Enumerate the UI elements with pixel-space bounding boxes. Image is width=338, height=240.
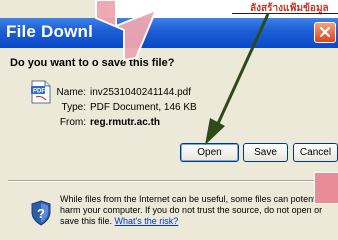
open-button[interactable]: Open — [180, 143, 239, 162]
title-bar[interactable]: File Downl — [0, 18, 338, 48]
divider-highlight — [8, 181, 338, 182]
question-text: Do you want to o save this file? — [10, 57, 175, 69]
annotation-box — [314, 172, 338, 204]
dialog-title: File Downl — [6, 22, 93, 41]
from-label: From: — [59, 117, 86, 128]
name-label: Name: — [56, 87, 86, 98]
type-label: Type: — [61, 102, 86, 113]
type-value: PDF Document, 146 KB — [90, 102, 197, 113]
cancel-button[interactable]: Cancel — [293, 143, 338, 162]
warning-text: While files from the Internet can be use… — [60, 194, 332, 226]
top-banner: ลังสร้างแฟ้มข้อมูล — [110, 0, 338, 18]
security-warning-icon: ? — [31, 200, 51, 226]
name-value: inv2531040241144.pdf — [90, 87, 192, 98]
close-icon — [319, 26, 331, 38]
svg-text:?: ? — [37, 206, 45, 221]
from-value: reg.rmutr.ac.th — [90, 117, 161, 128]
warning-message: While files from the Internet can be use… — [60, 194, 338, 227]
save-button[interactable]: Save — [243, 143, 288, 162]
pointer-line-arrowhead-icon — [205, 118, 225, 145]
close-button[interactable] — [314, 22, 336, 43]
file-download-dialog: ลังสร้างแฟ้มข้อมูล File Downl Do you wan… — [0, 0, 338, 240]
risk-link[interactable]: What's the risk? — [115, 216, 179, 226]
banner-underline — [232, 13, 338, 14]
